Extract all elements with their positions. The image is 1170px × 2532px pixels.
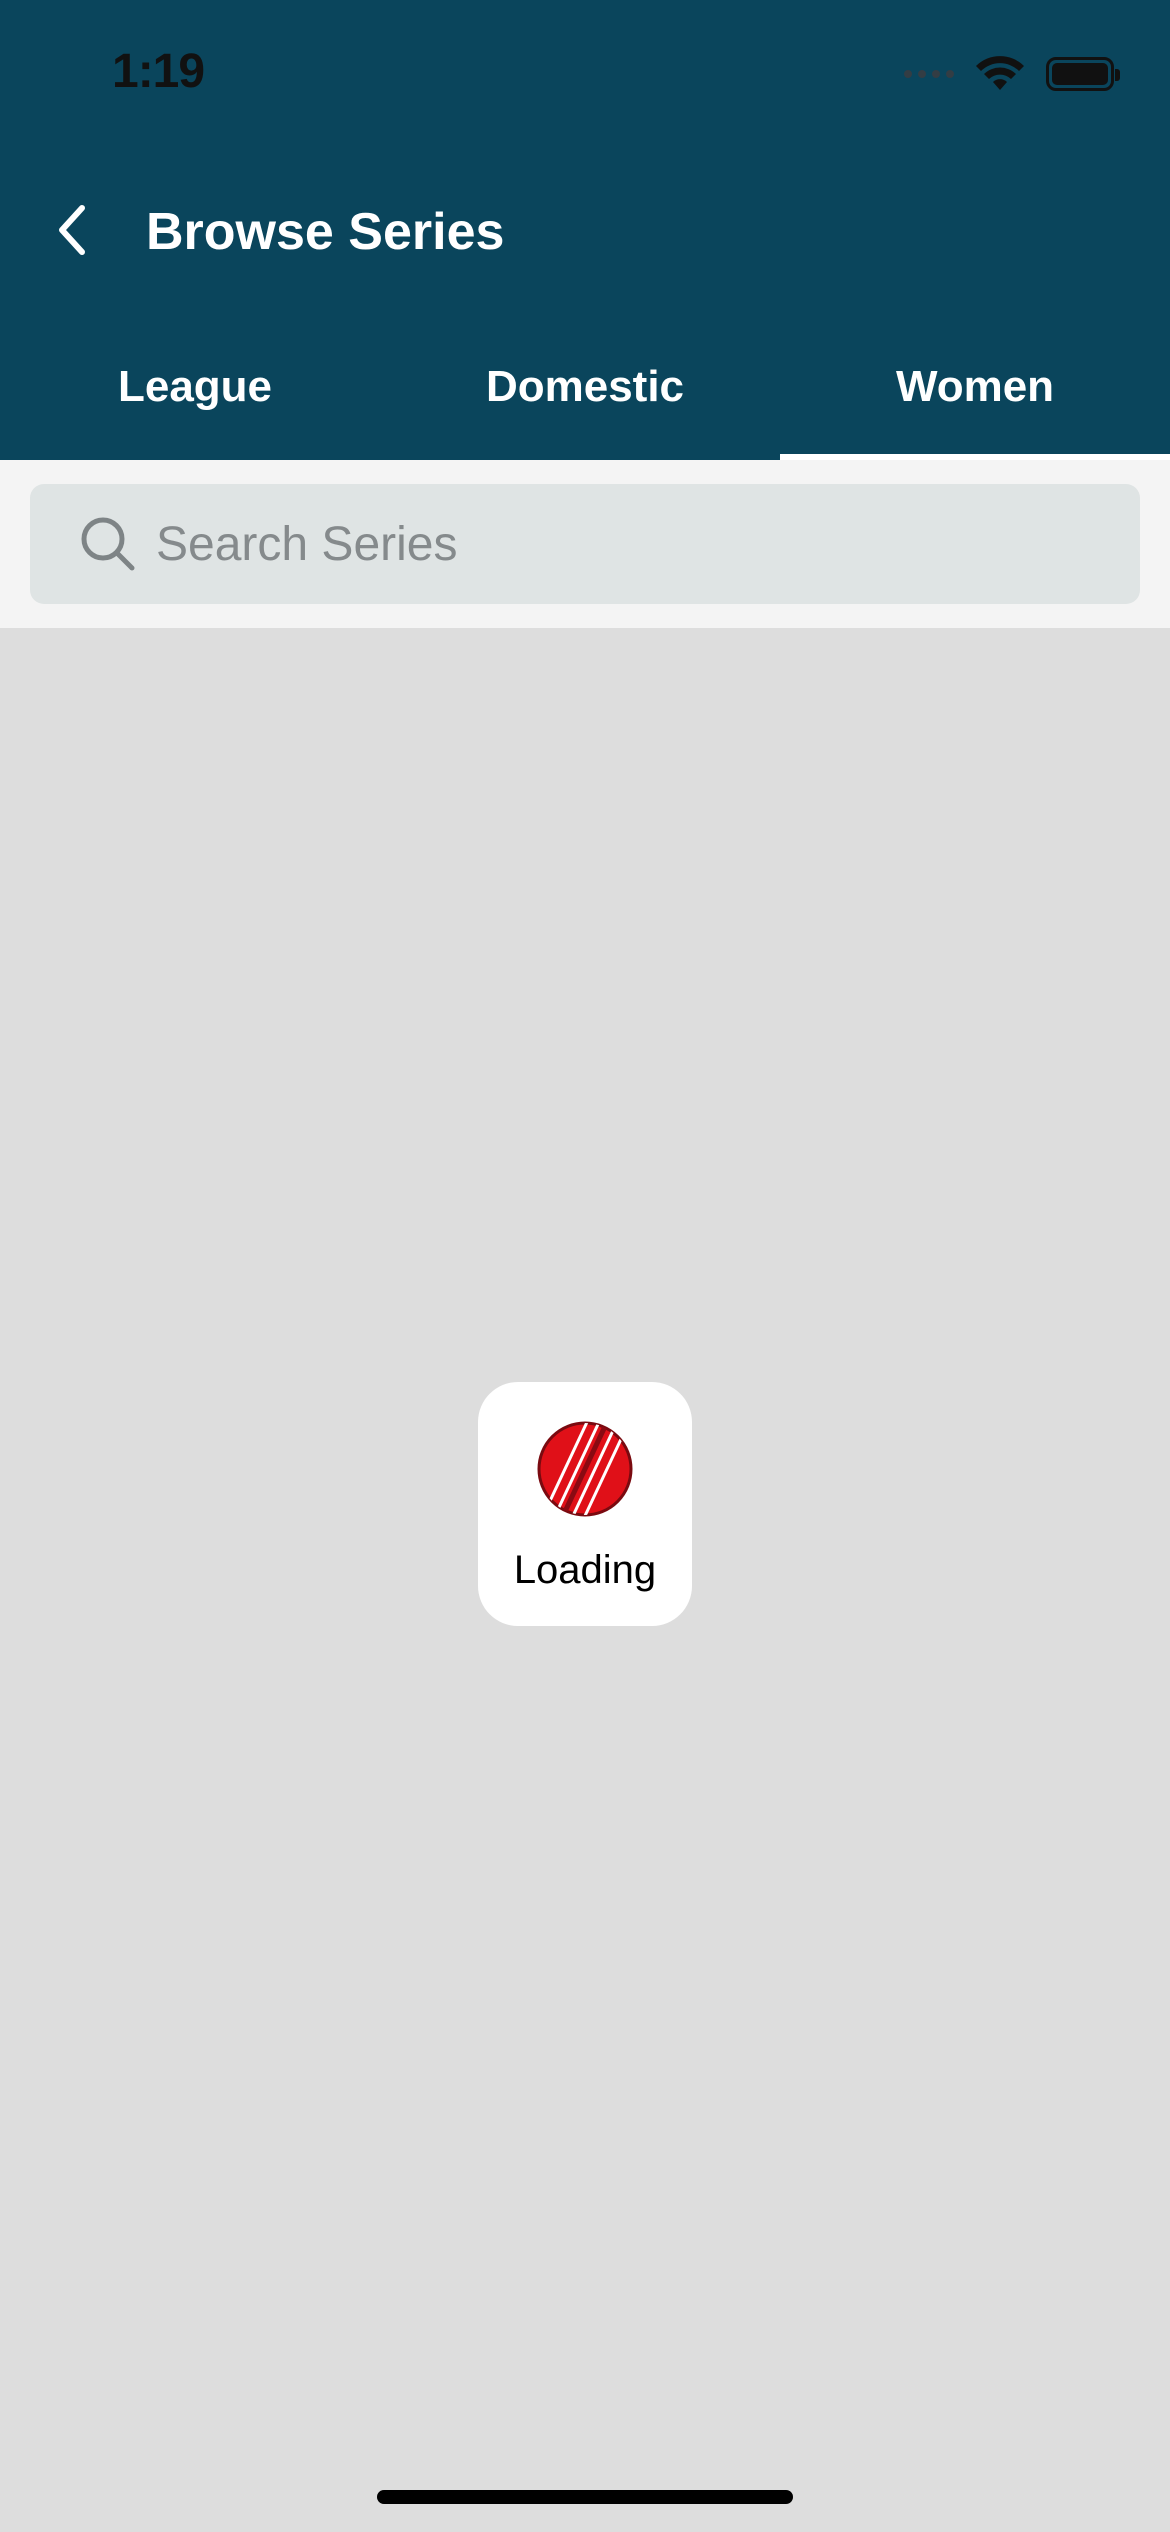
tab-domestic[interactable]: Domestic xyxy=(390,340,780,460)
battery-icon xyxy=(1046,57,1120,91)
cricket-ball-icon xyxy=(537,1421,633,1517)
status-icons xyxy=(904,52,1120,96)
back-button[interactable] xyxy=(40,198,104,262)
search-field[interactable] xyxy=(30,484,1140,604)
cellular-signal-icon xyxy=(904,70,954,78)
search-bar xyxy=(0,460,1170,628)
home-indicator[interactable] xyxy=(377,2490,793,2504)
tab-women[interactable]: Women xyxy=(780,340,1170,460)
browse-series-screen: 1:19 Browse Series League Domestic Women… xyxy=(0,0,1170,2532)
series-tabs: League Domestic Women xyxy=(0,340,1170,460)
status-time: 1:19 xyxy=(112,45,205,98)
page-title: Browse Series xyxy=(146,203,505,261)
loading-indicator: Loading xyxy=(478,1382,692,1626)
chevron-left-icon xyxy=(59,205,85,255)
loading-label: Loading xyxy=(513,1548,657,1592)
app-header: 1:19 Browse Series League Domestic Women xyxy=(0,0,1170,460)
search-icon xyxy=(81,517,135,571)
nav-bar: Browse Series xyxy=(0,180,1170,280)
tab-league[interactable]: League xyxy=(0,340,390,460)
search-input[interactable] xyxy=(156,484,1116,604)
wifi-icon xyxy=(976,56,1024,90)
